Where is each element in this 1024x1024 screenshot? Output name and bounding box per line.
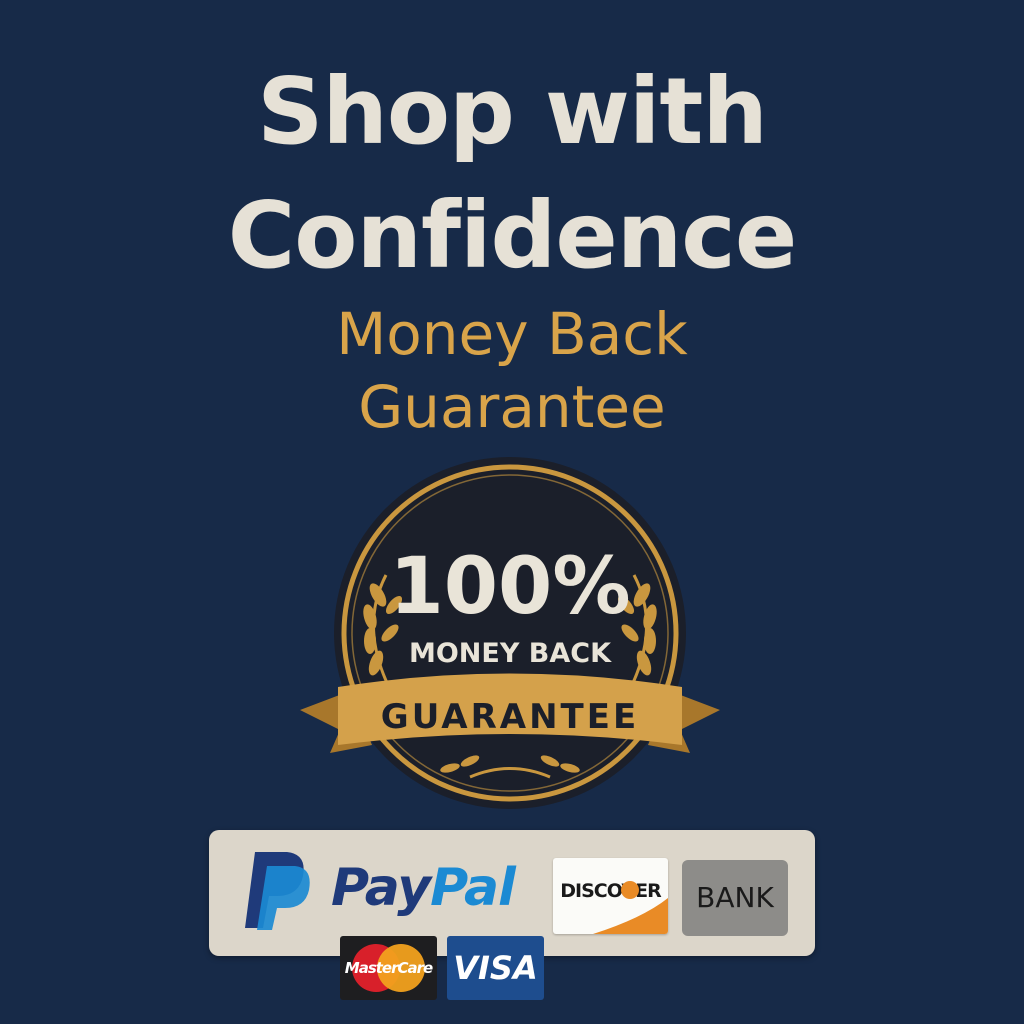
seal-money-back: MONEY BACK <box>409 638 612 669</box>
mastercard-card: MasterCare <box>340 936 437 1000</box>
paypal-logo-icon <box>245 852 310 930</box>
headline-line-2: Confidence <box>227 182 797 289</box>
seal-ribbon-label: GUARANTEE <box>381 697 639 737</box>
visa-card: VISA <box>447 936 544 1000</box>
subheadline-line-2: Guarantee <box>358 373 666 441</box>
paypal-wordmark: PayPal <box>331 862 516 914</box>
bank-card: BANK <box>682 860 788 936</box>
discover-card: DISCOVER <box>553 858 668 934</box>
headline-line-1: Shop with <box>257 58 768 165</box>
money-back-guarantee-seal: 100% MONEY BACK GUARANTEE <box>300 457 720 809</box>
seal-percent: 100% <box>390 542 631 632</box>
paypal-pal: Pal <box>430 858 516 918</box>
paypal-pay: Pay <box>331 858 431 918</box>
mastercard-label: MasterCare <box>344 959 433 977</box>
subheadline-line-1: Money Back <box>336 300 688 368</box>
discover-swoosh-icon <box>593 881 668 934</box>
